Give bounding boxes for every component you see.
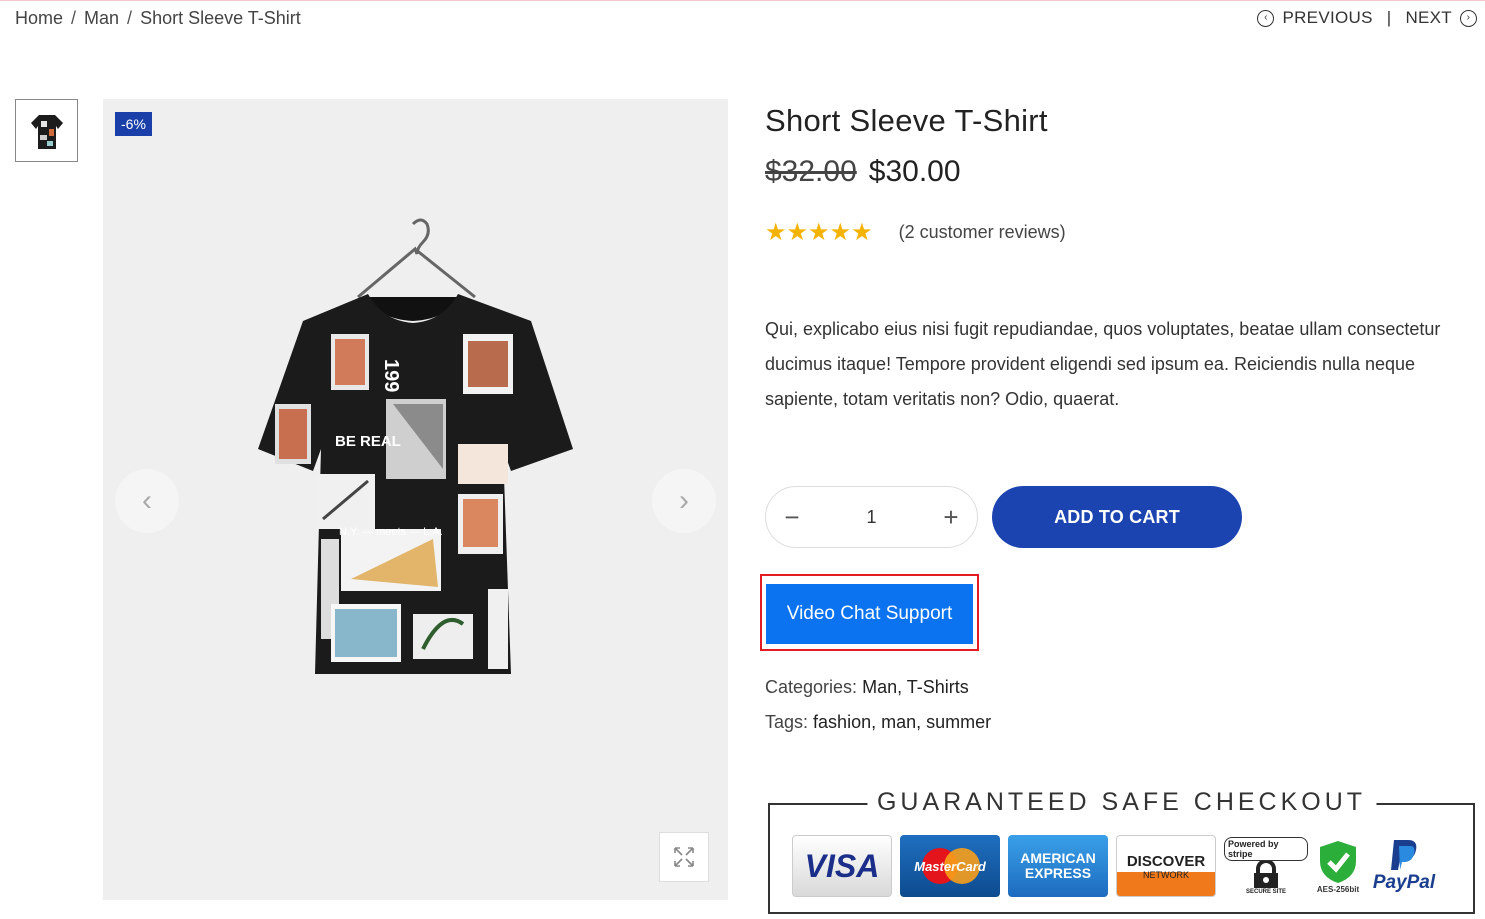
svg-text:N.Y. — meets — L.A.: N.Y. — meets — L.A. (339, 526, 443, 538)
video-chat-support-button[interactable]: Video Chat Support (766, 584, 973, 644)
product-price: $32.00 $30.00 (765, 155, 961, 189)
product-description: Qui, explicabo eius nisi fugit repudiand… (765, 319, 1441, 409)
safe-checkout-box: GUARANTEED SAFE CHECKOUT VISA MasterCard… (768, 788, 1475, 914)
breadcrumb-man[interactable]: Man (84, 8, 119, 29)
quantity-stepper: − 1 + (765, 486, 978, 548)
customer-reviews-link[interactable]: (2 customer reviews) (899, 222, 1066, 243)
product-tags: Tags: fashion, man, summer (765, 712, 991, 733)
categories-label: Categories: (765, 677, 858, 697)
american-express-logo: AMERICAN EXPRESS (1008, 835, 1108, 897)
lock-icon (1254, 861, 1278, 888)
next-link[interactable]: NEXT (1405, 8, 1452, 28)
product-categories: Categories: Man, T-Shirts (765, 677, 969, 698)
zoom-button[interactable] (659, 832, 709, 882)
chevron-right-circle-icon[interactable]: › (1460, 9, 1477, 27)
product-image-gallery: -6% BE REAL N.Y. — meets — L.A. 199 ‹ › (103, 99, 728, 900)
star-rating-icon: ★★★★★ (765, 219, 873, 246)
payment-logos: VISA MasterCard AMERICAN EXPRESS DISCOVE… (792, 835, 1440, 897)
svg-text:BE REAL: BE REAL (335, 433, 401, 450)
video-chat-highlight: Video Chat Support (760, 574, 979, 651)
tshirt-thumbnail-image (30, 114, 63, 149)
product-rating: ★★★★★ (2 customer reviews) (765, 218, 1066, 247)
quantity-decrease-button[interactable]: − (782, 502, 802, 533)
breadcrumb-separator: / (127, 8, 133, 28)
stripe-secure-logo: Powered by stripe SECURE SITE (1224, 835, 1308, 897)
paypal-icon (1391, 840, 1417, 870)
add-to-cart-button[interactable]: ADD TO CART (992, 486, 1242, 548)
tshirt-product-image[interactable]: BE REAL N.Y. — meets — L.A. 199 (103, 99, 728, 900)
shield-check-icon (1320, 840, 1356, 883)
visa-logo: VISA (792, 835, 892, 897)
top-border-line (0, 0, 1485, 1)
mastercard-logo: MasterCard (900, 835, 1000, 897)
aes-secure-logo: AES-256bit (1316, 835, 1360, 897)
breadcrumb: Home / Man / Short Sleeve T-Shirt (15, 8, 301, 29)
breadcrumb-home[interactable]: Home (15, 8, 63, 29)
expand-icon (674, 847, 694, 867)
safe-checkout-title: GUARANTEED SAFE CHECKOUT (866, 788, 1377, 817)
svg-text:199: 199 (380, 359, 402, 392)
product-thumbnail[interactable] (15, 99, 78, 162)
gallery-next-button[interactable]: › (652, 469, 716, 533)
gallery-prev-button[interactable]: ‹ (115, 469, 179, 533)
old-price: $32.00 (765, 155, 857, 188)
categories-links[interactable]: Man, T-Shirts (862, 677, 969, 697)
discover-logo: DISCOVER NETWORK (1116, 835, 1216, 897)
breadcrumb-separator: / (71, 8, 77, 28)
pager-divider: | (1386, 8, 1392, 27)
tags-label: Tags: (765, 712, 809, 732)
quantity-input[interactable]: 1 (866, 507, 876, 528)
paypal-logo: PayPal (1368, 835, 1440, 897)
chevron-left-circle-icon[interactable]: ‹ (1257, 9, 1275, 27)
breadcrumb-current: Short Sleeve T-Shirt (140, 8, 301, 28)
product-pager: ‹ PREVIOUS | NEXT › (1257, 8, 1477, 28)
quantity-increase-button[interactable]: + (941, 502, 961, 533)
tags-links[interactable]: fashion, man, summer (813, 712, 991, 732)
current-price: $30.00 (868, 155, 961, 188)
product-title: Short Sleeve T-Shirt (765, 103, 1048, 138)
previous-link[interactable]: PREVIOUS (1282, 8, 1372, 28)
